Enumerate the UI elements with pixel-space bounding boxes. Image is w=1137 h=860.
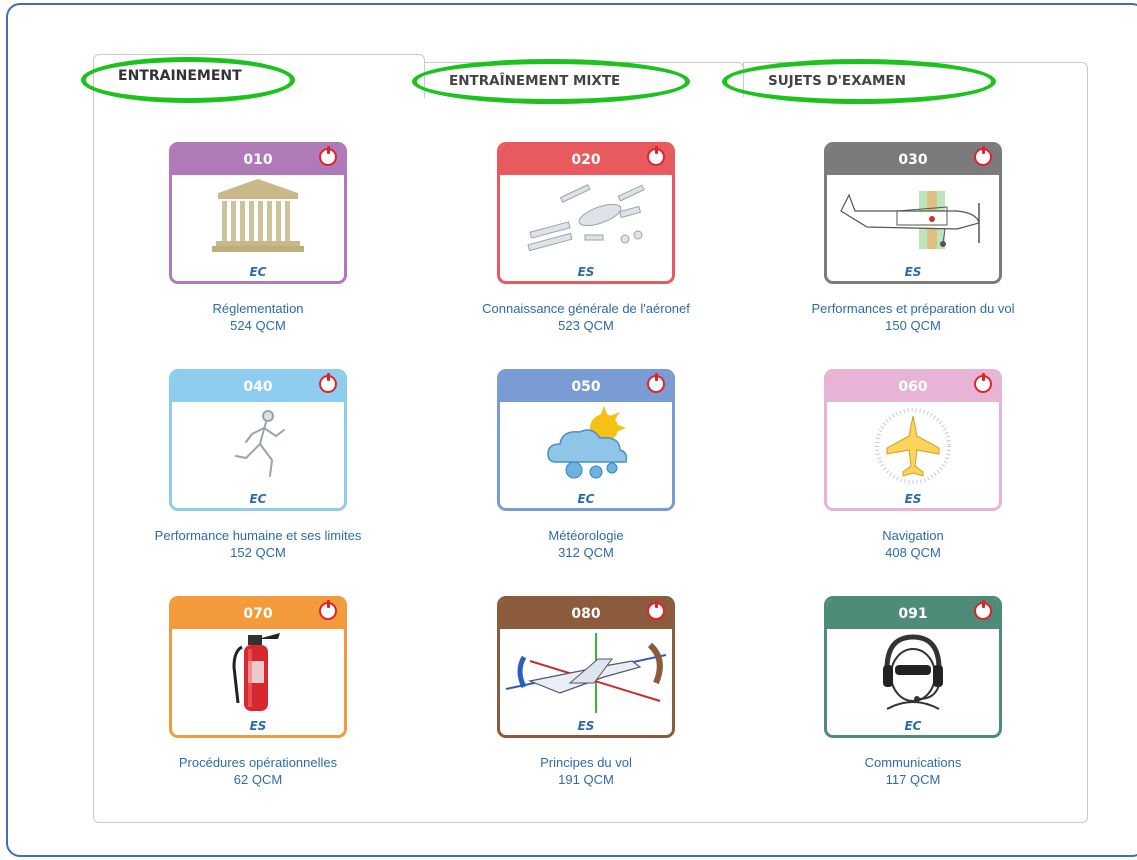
subject-title: Connaissance générale de l'aéronef: [482, 301, 690, 316]
subject-title: Performances et préparation du vol: [811, 301, 1015, 316]
timer-icon[interactable]: [647, 373, 665, 393]
subject-code: 060: [827, 372, 999, 402]
subject-card-080[interactable]: 080 ES: [497, 596, 675, 738]
subject-title: Communications: [864, 755, 962, 770]
subject-code: 030: [827, 145, 999, 175]
subject-link[interactable]: Principes du vol 191 QCM: [436, 754, 736, 788]
compass-airplane-icon: [827, 404, 999, 488]
subject-card-060[interactable]: 060 ES: [824, 369, 1002, 511]
question-count: 152 QCM: [230, 545, 286, 560]
timer-icon[interactable]: [647, 146, 665, 166]
timer-icon[interactable]: [974, 373, 992, 393]
tab-label: ENTRAÎNEMENT MIXTE: [449, 73, 621, 89]
subject-link[interactable]: Réglementation 524 QCM: [108, 300, 408, 334]
subject-title: Navigation: [882, 528, 944, 543]
timer-icon[interactable]: [319, 146, 337, 166]
subject-link[interactable]: Communications 117 QCM: [763, 754, 1063, 788]
subject-title: Réglementation: [212, 301, 304, 316]
runner-icon: [172, 404, 344, 488]
subject-card-030[interactable]: 030 ES: [824, 142, 1002, 284]
exam-type-badge: EC: [249, 265, 267, 279]
question-count: 524 QCM: [230, 318, 286, 333]
subject-title: Principes du vol: [540, 755, 632, 770]
exam-type-badge: EC: [577, 492, 595, 506]
exam-type-badge: EC: [249, 492, 267, 506]
exam-type-badge: ES: [904, 492, 922, 506]
courthouse-icon: [172, 177, 344, 261]
timer-icon[interactable]: [319, 373, 337, 393]
pilot-headset-icon: [827, 631, 999, 715]
question-count: 150 QCM: [885, 318, 941, 333]
tab-sujets-examen[interactable]: SUJETS D'EXAMEN: [743, 62, 1088, 98]
tab-entrainement-mixte[interactable]: ENTRAÎNEMENT MIXTE: [424, 62, 744, 98]
timer-icon[interactable]: [647, 600, 665, 620]
subject-link[interactable]: Météorologie 312 QCM: [436, 527, 736, 561]
aircraft-parts-icon: [500, 177, 672, 261]
subject-link[interactable]: Connaissance générale de l'aéronef 523 QC…: [436, 300, 736, 334]
question-count: 312 QCM: [558, 545, 614, 560]
airplane-axes-icon: [500, 631, 672, 715]
subject-code: 070: [172, 599, 344, 629]
exam-type-badge: ES: [249, 719, 267, 733]
subject-code: 091: [827, 599, 999, 629]
subject-code: 010: [172, 145, 344, 175]
subject-title: Procédures opérationnelles: [178, 755, 338, 770]
question-count: 191 QCM: [558, 772, 614, 787]
subject-card-040[interactable]: 040 EC: [169, 369, 347, 511]
subject-title: Météorologie: [548, 528, 624, 543]
exam-type-badge: EC: [904, 719, 922, 733]
timer-icon[interactable]: [319, 600, 337, 620]
airplane-balance-icon: [827, 177, 999, 261]
tab-label: SUJETS D'EXAMEN: [768, 73, 906, 89]
subject-link[interactable]: Performance humaine et ses limites 152 QC…: [108, 527, 408, 561]
timer-icon[interactable]: [974, 600, 992, 620]
subject-code: 050: [500, 372, 672, 402]
subject-code: 020: [500, 145, 672, 175]
exam-type-badge: ES: [577, 719, 595, 733]
subject-link[interactable]: Performances et préparation du vol 150 QC…: [763, 300, 1063, 334]
subject-link[interactable]: Navigation 408 QCM: [763, 527, 1063, 561]
subject-card-010[interactable]: 010 EC: [169, 142, 347, 284]
tab-entrainement[interactable]: ENTRAINEMENT: [93, 54, 425, 98]
subject-link[interactable]: Procédures opérationnelles 62 QCM: [108, 754, 408, 788]
exam-type-badge: ES: [904, 265, 922, 279]
subject-card-070[interactable]: 070 ES: [169, 596, 347, 738]
subject-card-091[interactable]: 091 EC: [824, 596, 1002, 738]
subject-code: 080: [500, 599, 672, 629]
question-count: 62 QCM: [233, 772, 283, 787]
timer-icon[interactable]: [974, 146, 992, 166]
subject-code: 040: [172, 372, 344, 402]
subject-card-050[interactable]: 050 EC: [497, 369, 675, 511]
question-count: 408 QCM: [885, 545, 941, 560]
subject-card-020[interactable]: 020 ES: [497, 142, 675, 284]
subject-title: Performance humaine et ses limites: [154, 528, 362, 543]
question-count: 117 QCM: [885, 772, 941, 787]
question-count: 523 QCM: [558, 318, 614, 333]
tab-label: ENTRAINEMENT: [118, 68, 242, 84]
exam-type-badge: ES: [577, 265, 595, 279]
weather-icon: [500, 404, 672, 488]
fire-extinguisher-icon: [172, 631, 344, 715]
